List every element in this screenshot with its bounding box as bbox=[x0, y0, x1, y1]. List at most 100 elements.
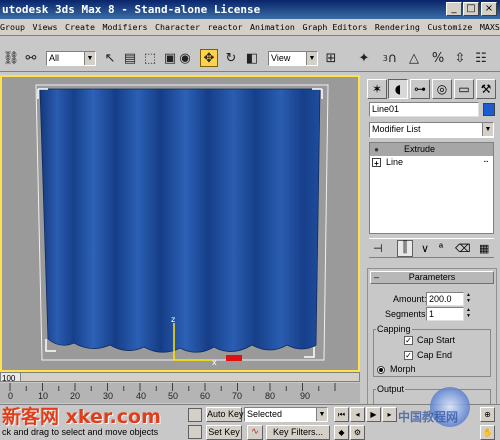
select-manipulate-icon[interactable]: ◉ bbox=[176, 49, 194, 67]
trash-icon[interactable]: ⌫ bbox=[455, 242, 471, 255]
link-icon[interactable]: ⛓ bbox=[2, 49, 20, 67]
menu-create[interactable]: Create bbox=[65, 19, 95, 35]
select-object-icon[interactable]: ↖ bbox=[101, 49, 119, 67]
cap-start-checkbox[interactable]: ✓ bbox=[404, 336, 413, 345]
spinner-snap-icon[interactable]: ⇳ bbox=[451, 49, 469, 67]
perspective-viewport[interactable]: z x bbox=[0, 75, 360, 372]
modify-tab-icon[interactable]: ◖ bbox=[388, 79, 408, 99]
configure-sets-icon[interactable]: ▦ bbox=[479, 242, 489, 255]
menu-graph-editors[interactable]: Graph Editors bbox=[302, 19, 367, 35]
menu-modifiers[interactable]: Modifiers bbox=[103, 19, 148, 35]
title-bar: utodesk 3ds Max 8 - Stand-alone License bbox=[0, 0, 500, 19]
cap-end-checkbox[interactable]: ✓ bbox=[404, 351, 413, 360]
key-set-dropdown[interactable]: Selected ▼ bbox=[244, 407, 328, 422]
main-toolbar: ⛓ ⚯ All ▼ ↖ ▤ ⬚ ▣ ◉ ✥ ↻ ◧ View ▼ ⊞ ✦ 3 ∩ … bbox=[0, 37, 500, 72]
stack-item-extrude[interactable]: ● Extrude bbox=[370, 143, 493, 156]
move-icon[interactable]: ✥ bbox=[200, 49, 218, 67]
percent-snap-icon[interactable]: % bbox=[429, 49, 447, 67]
light-bulb-icon[interactable]: ● bbox=[372, 145, 381, 154]
show-end-result-icon[interactable]: ║ bbox=[397, 240, 413, 257]
tick-label: 20 bbox=[70, 391, 81, 401]
select-by-name-icon[interactable]: ▤ bbox=[121, 49, 139, 67]
menu-animation[interactable]: Animation bbox=[250, 19, 295, 35]
amount-field[interactable]: 200.0 bbox=[426, 292, 464, 306]
morph-radio[interactable] bbox=[377, 366, 385, 374]
auto-key-button[interactable]: Auto Key bbox=[206, 407, 244, 422]
display-tab-icon[interactable]: ▭ bbox=[454, 79, 474, 99]
key-mode-toggle-icon[interactable]: ◆ bbox=[334, 425, 349, 440]
menu-views[interactable]: Views bbox=[33, 19, 58, 35]
amount-spinner[interactable]: ▲ ▼ bbox=[465, 292, 472, 305]
time-config-icon[interactable]: ⚙ bbox=[350, 425, 365, 440]
set-key-button[interactable]: Set Key bbox=[206, 425, 242, 440]
reference-coord-dropdown[interactable]: View ▼ bbox=[268, 51, 318, 66]
modifier-list-dropdown[interactable]: Modifier List ▼ bbox=[369, 122, 494, 138]
tick-label: 90 bbox=[300, 391, 311, 401]
minimize-button[interactable]: _ bbox=[446, 2, 462, 16]
make-unique-icon[interactable]: ∨ bbox=[421, 242, 429, 255]
tick-label: 0 bbox=[8, 391, 14, 401]
tick-label: 10 bbox=[38, 391, 49, 401]
menu-rendering[interactable]: Rendering bbox=[375, 19, 420, 35]
create-tab-icon[interactable]: ✶ bbox=[367, 79, 387, 99]
modifier-list-label: Modifier List bbox=[372, 124, 421, 134]
output-label: Output bbox=[376, 384, 406, 394]
menu-maxscript[interactable]: MAXScript bbox=[480, 19, 500, 35]
stack-item-label: Extrude bbox=[404, 144, 436, 154]
menu-customize[interactable]: Customize bbox=[427, 19, 472, 35]
time-slider[interactable]: 100 bbox=[0, 372, 360, 383]
dots-icon: ⠒ bbox=[483, 158, 489, 167]
chevron-down-icon: ▼ bbox=[84, 52, 95, 65]
stack-item-line[interactable]: + Line ⠒ bbox=[370, 156, 493, 169]
key-mode-icon[interactable] bbox=[188, 408, 202, 422]
svg-text:z: z bbox=[171, 315, 175, 324]
snap-value: 3 bbox=[382, 53, 388, 63]
close-button[interactable]: × bbox=[481, 2, 497, 16]
motion-tab-icon[interactable]: ◎ bbox=[432, 79, 452, 99]
menu-reactor[interactable]: reactor bbox=[207, 19, 242, 35]
next-frame-icon[interactable]: ▸ bbox=[382, 407, 397, 422]
selection-filter-dropdown[interactable]: All ▼ bbox=[46, 51, 96, 66]
rectangle-selection-icon[interactable]: ⬚ bbox=[141, 49, 159, 67]
tick-label: 60 bbox=[200, 391, 211, 401]
set-key-label: Set Key bbox=[208, 427, 240, 437]
key-icon[interactable] bbox=[188, 425, 202, 439]
segments-spinner[interactable]: ▲ ▼ bbox=[465, 307, 472, 320]
tick-label: 50 bbox=[168, 391, 179, 401]
curtain-mesh: z x bbox=[35, 84, 329, 367]
parameters-rollout-header[interactable]: – Parameters bbox=[370, 271, 494, 284]
angle-snap-icon[interactable]: △ bbox=[405, 49, 423, 67]
stack-toolbar: ⊣ ║ ∨ ª ⌫ ▦ bbox=[369, 238, 494, 258]
key-filters-label: Key Filters... bbox=[272, 427, 323, 437]
segments-field[interactable]: 1 bbox=[426, 307, 464, 321]
select-manipulate-tool-icon[interactable]: ✦ bbox=[355, 49, 373, 67]
menu-group[interactable]: Group bbox=[0, 19, 25, 35]
pin-stack-icon[interactable]: ⊣ bbox=[373, 242, 383, 255]
previous-frame-icon[interactable]: ◂ bbox=[350, 407, 365, 422]
rotate-icon[interactable]: ↻ bbox=[222, 49, 240, 67]
selection-filter-value: All bbox=[49, 53, 60, 63]
time-slider-thumb[interactable]: 100 bbox=[1, 373, 21, 383]
object-name-field[interactable]: Line01 bbox=[369, 102, 479, 117]
named-selection-icon[interactable]: ☷ bbox=[472, 49, 490, 67]
snap-toggle-icon[interactable]: 3 ∩ bbox=[381, 49, 399, 67]
object-color-swatch[interactable] bbox=[483, 103, 495, 116]
track-bar[interactable]: 0 10 20 30 40 50 60 70 80 90 bbox=[0, 383, 360, 403]
play-icon[interactable]: ▶ bbox=[366, 407, 381, 422]
bind-spacewarp-icon[interactable]: ⚯ bbox=[22, 49, 40, 67]
key-filters-button[interactable]: Key Filters... bbox=[266, 425, 330, 440]
zoom-icon[interactable]: ⊕ bbox=[480, 407, 495, 422]
expand-plus-icon[interactable]: + bbox=[372, 158, 381, 168]
pivot-center-icon[interactable]: ⊞ bbox=[322, 49, 340, 67]
hierarchy-tab-icon[interactable]: ⊶ bbox=[410, 79, 430, 99]
scale-icon[interactable]: ◧ bbox=[243, 49, 261, 67]
go-to-start-icon[interactable]: ⏮ bbox=[334, 407, 349, 422]
prompt-line: ck and drag to select and move objects bbox=[2, 427, 159, 437]
collapse-minus-icon: – bbox=[374, 272, 380, 282]
pan-icon[interactable]: ✋ bbox=[480, 425, 495, 440]
utilities-tab-icon[interactable]: ⚒ bbox=[476, 79, 496, 99]
curve-icon[interactable]: ∿ bbox=[247, 425, 263, 440]
remove-modifier-icon[interactable]: ª bbox=[439, 242, 443, 254]
menu-character[interactable]: Character bbox=[155, 19, 200, 35]
maximize-button[interactable]: □ bbox=[463, 2, 479, 16]
